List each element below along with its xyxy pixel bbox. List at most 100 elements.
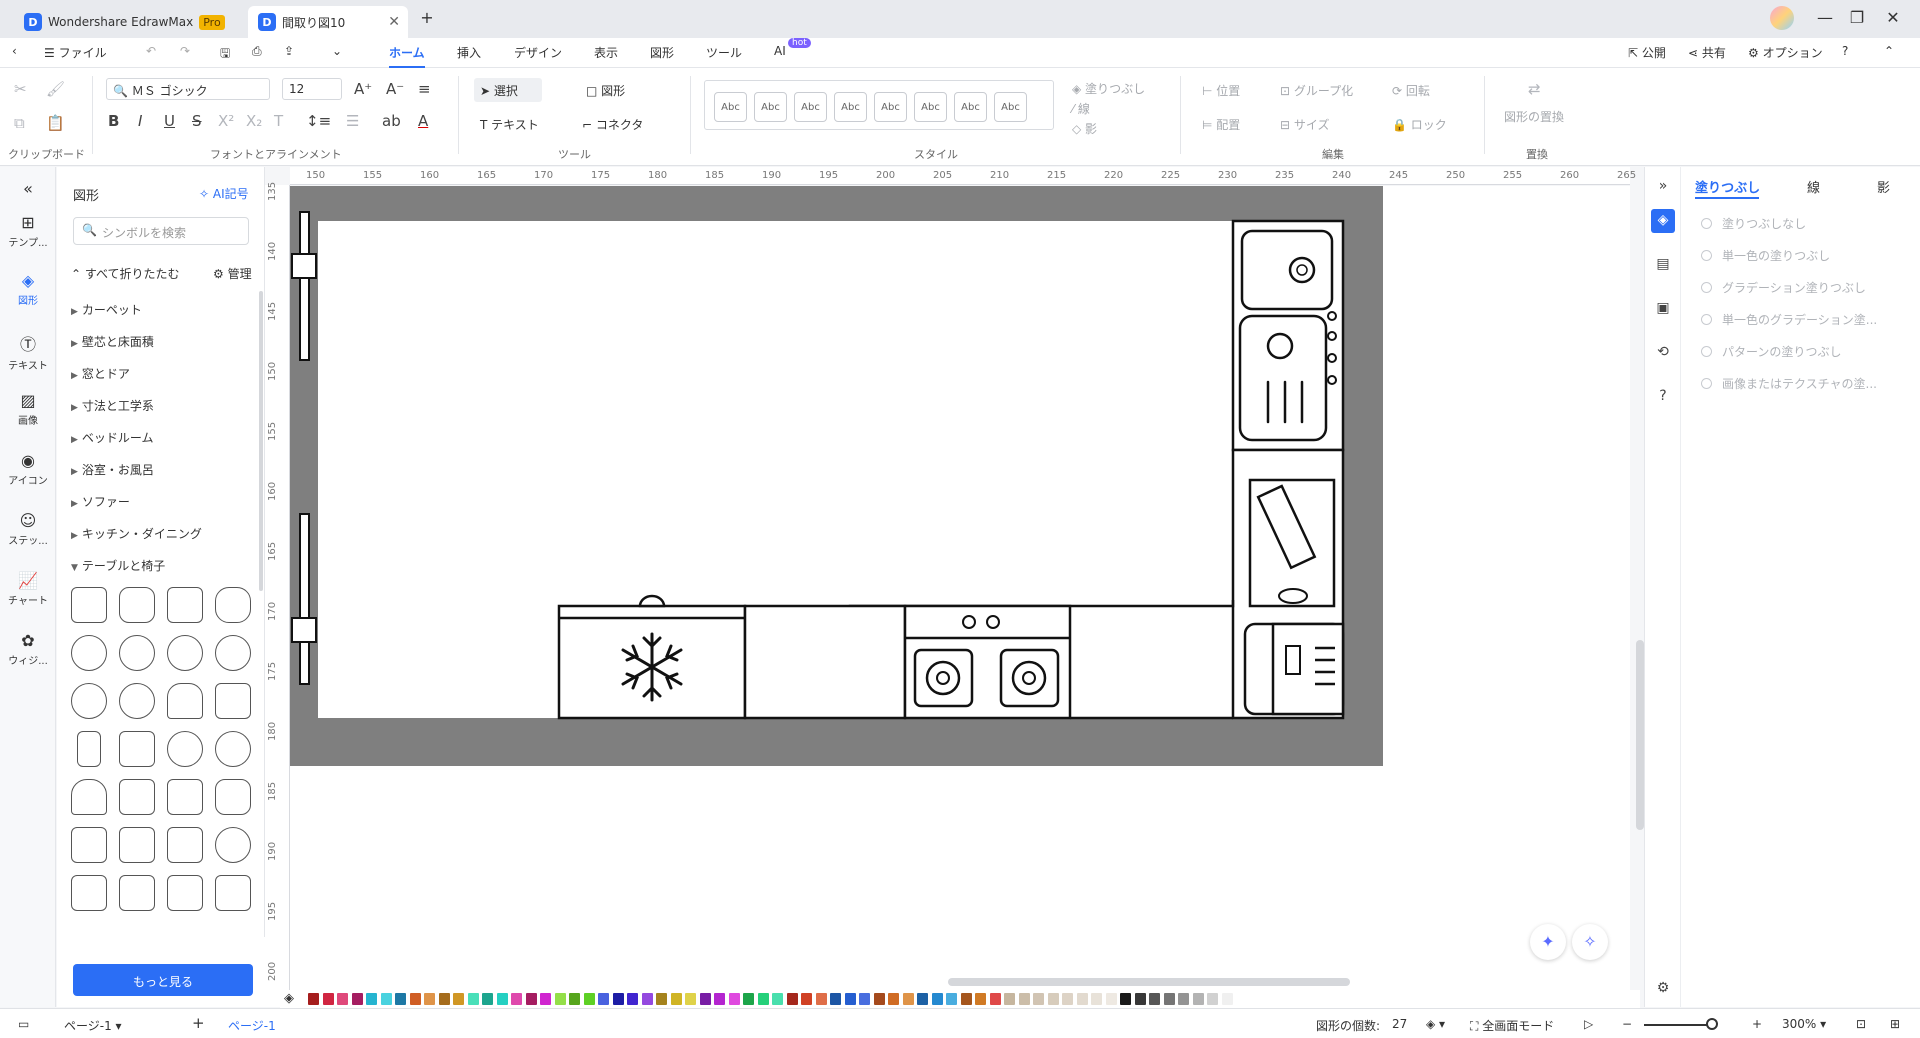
fit-page-icon[interactable]: ⊡: [1856, 1017, 1866, 1031]
font-family-select[interactable]: 🔍 ＭＳ ゴシック: [106, 78, 270, 100]
color-swatch[interactable]: [351, 993, 363, 1005]
color-swatch[interactable]: [1062, 993, 1073, 1005]
category-kitchen[interactable]: ▶ キッチン・ダイニング: [71, 525, 202, 542]
bold-icon[interactable]: B: [108, 112, 119, 130]
symbol-round-chair[interactable]: [119, 635, 155, 671]
symbol-table-set[interactable]: [119, 875, 155, 911]
symbol-recliner[interactable]: [119, 827, 155, 863]
category-sofa[interactable]: ▶ ソファー: [71, 493, 130, 510]
color-swatch[interactable]: [656, 993, 667, 1005]
color-swatch[interactable]: [888, 993, 899, 1005]
fill-option-single-gradient[interactable]: 単一色のグラデーション塗...: [1701, 311, 1877, 328]
color-swatch[interactable]: [453, 993, 464, 1005]
tab-line[interactable]: 線: [1807, 177, 1820, 196]
symbol-chair[interactable]: [215, 587, 251, 623]
export-icon[interactable]: ⇪: [284, 44, 294, 58]
canvas-vertical-scrollbar[interactable]: [1636, 640, 1644, 830]
more-icon[interactable]: ⌄: [332, 44, 342, 58]
color-swatch[interactable]: [438, 993, 450, 1005]
add-page-button[interactable]: +: [192, 1014, 205, 1032]
text-case-icon[interactable]: T: [274, 112, 283, 130]
color-swatch[interactable]: [902, 993, 914, 1005]
symbol-armchair[interactable]: [215, 683, 251, 719]
symbol-sofa-chair[interactable]: [215, 779, 251, 815]
symbol-round-table[interactable]: [215, 827, 251, 863]
align-icon[interactable]: ≡: [418, 80, 431, 98]
share-button[interactable]: ⋖ 共有: [1688, 44, 1726, 61]
symbol-table-set[interactable]: [215, 875, 251, 911]
see-more-button[interactable]: もっと見る: [73, 964, 253, 996]
color-swatch[interactable]: [525, 993, 537, 1005]
restore-button[interactable]: ❐: [1842, 8, 1872, 27]
play-icon[interactable]: ▷: [1584, 1017, 1593, 1031]
color-swatch[interactable]: [337, 993, 348, 1005]
drawing-canvas[interactable]: [290, 186, 1630, 1008]
ai-magic-button[interactable]: ✦: [1530, 924, 1566, 960]
symbol-stool[interactable]: [215, 731, 251, 767]
color-swatch[interactable]: [366, 993, 377, 1005]
symbol-desk[interactable]: [71, 875, 107, 911]
minimize-button[interactable]: —: [1810, 8, 1840, 27]
symbol-table-set[interactable]: [167, 875, 203, 911]
color-swatch[interactable]: [1004, 993, 1015, 1005]
color-swatch[interactable]: [1192, 993, 1204, 1005]
page-format-icon[interactable]: ▤: [1651, 253, 1675, 277]
symbol-armchair[interactable]: [119, 683, 155, 719]
strikethrough-icon[interactable]: S: [192, 112, 202, 130]
publish-button[interactable]: ⇱ 公開: [1628, 44, 1666, 61]
color-swatch[interactable]: [946, 993, 957, 1005]
page-list-icon[interactable]: ▭: [18, 1017, 29, 1031]
color-swatch[interactable]: [583, 993, 595, 1005]
color-swatch[interactable]: [380, 993, 392, 1005]
tab-home[interactable]: ホーム: [389, 44, 425, 68]
shape-tool-button[interactable]: □ 図形: [586, 82, 625, 99]
position-button[interactable]: ⊢ 位置: [1202, 82, 1240, 99]
color-swatch[interactable]: [685, 993, 696, 1005]
zoom-slider-handle[interactable]: [1706, 1018, 1718, 1030]
color-swatch[interactable]: [308, 993, 319, 1005]
shadow-button[interactable]: ◇ 影: [1072, 120, 1097, 137]
rail-shapes[interactable]: ◈ 図形: [0, 271, 56, 307]
font-color-icon[interactable]: A: [418, 112, 428, 130]
panel-scrollbar[interactable]: [259, 291, 263, 591]
color-swatch[interactable]: [859, 993, 870, 1005]
color-swatch[interactable]: [1105, 993, 1117, 1005]
style-sample[interactable]: Abc: [714, 92, 747, 122]
color-swatch[interactable]: [1207, 993, 1218, 1005]
category-carpet[interactable]: ▶ カーペット: [71, 301, 142, 318]
color-swatch[interactable]: [1018, 993, 1030, 1005]
ai-symbol-button[interactable]: ✧ AI記号: [199, 185, 249, 202]
app-tab[interactable]: D Wondershare EdrawMax Pro: [14, 6, 238, 38]
color-swatch[interactable]: [815, 993, 827, 1005]
close-window-button[interactable]: ✕: [1878, 8, 1908, 27]
collapse-ribbon-icon[interactable]: ⌃: [1884, 44, 1894, 58]
italic-icon[interactable]: I: [138, 112, 142, 130]
color-swatch[interactable]: [830, 993, 841, 1005]
tab-shadow[interactable]: 影: [1877, 177, 1890, 196]
color-swatch[interactable]: [1047, 993, 1059, 1005]
symbol-chair[interactable]: [71, 587, 107, 623]
zoom-level[interactable]: 300% ▾: [1782, 1017, 1826, 1031]
symbol-stool[interactable]: [167, 731, 203, 767]
expand-panel-icon[interactable]: »: [1651, 175, 1675, 199]
category-windows-doors[interactable]: ▶ 窓とドア: [71, 365, 130, 382]
line-spacing-icon[interactable]: ↕≡: [306, 112, 331, 130]
tab-insert[interactable]: 挿入: [457, 44, 481, 61]
color-swatch[interactable]: [801, 993, 812, 1005]
tab-view[interactable]: 表示: [594, 44, 618, 61]
fill-option-pattern[interactable]: パターンの塗りつぶし: [1701, 343, 1842, 360]
canvas-horizontal-scrollbar[interactable]: [948, 978, 1350, 986]
options-button[interactable]: ⚙ オプション: [1748, 44, 1823, 61]
color-swatch[interactable]: [699, 993, 711, 1005]
symbol-bench[interactable]: [77, 731, 101, 767]
text-highlight-icon[interactable]: ab: [382, 112, 401, 130]
color-swatch[interactable]: [1149, 993, 1160, 1005]
fill-option-texture[interactable]: 画像またはテクスチャの塗...: [1701, 375, 1877, 392]
rail-images[interactable]: ▨ 画像: [0, 391, 56, 427]
back-icon[interactable]: ‹: [12, 44, 17, 58]
line-button[interactable]: ⁄ 線: [1072, 100, 1090, 117]
symbol-sofa-chair[interactable]: [119, 779, 155, 815]
color-swatch[interactable]: [569, 993, 580, 1005]
symbol-chair[interactable]: [119, 587, 155, 623]
category-bedroom[interactable]: ▶ ベッドルーム: [71, 429, 154, 446]
